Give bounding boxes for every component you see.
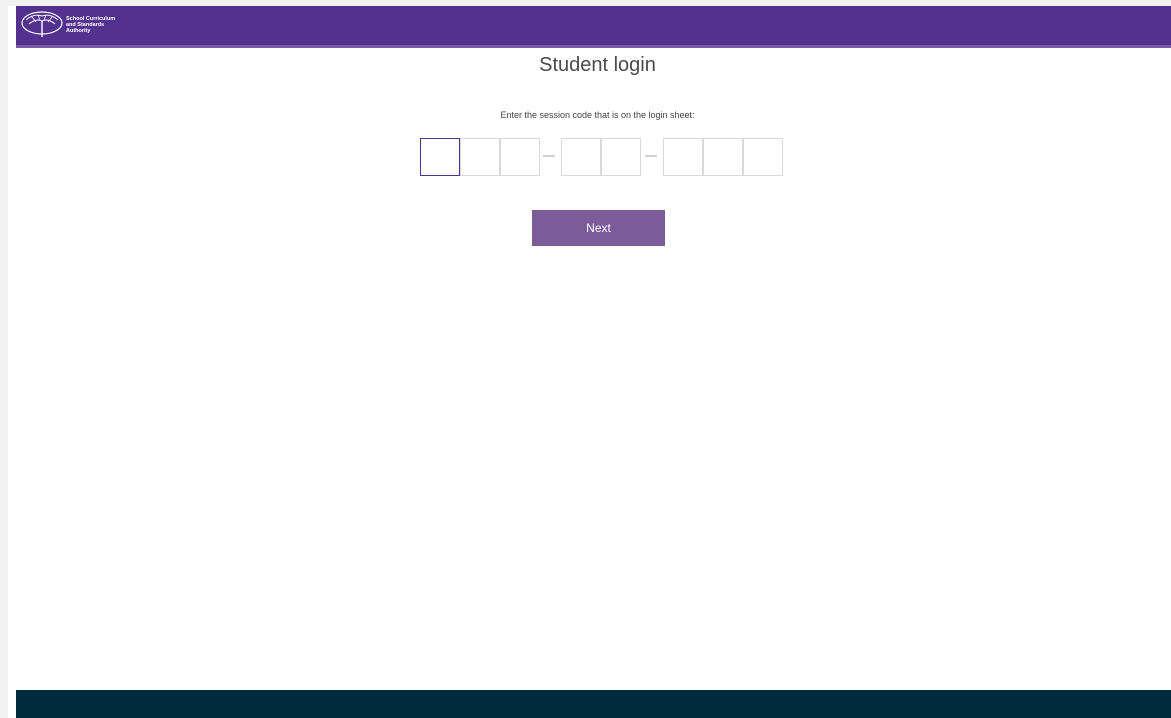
next-button[interactable]: Next [532,210,665,246]
page-title: Student login [539,54,656,76]
tree-logo-icon [21,11,63,37]
code-separator [645,155,657,157]
session-code-digit-5[interactable] [601,138,641,176]
logo-line-3: Authority [66,28,91,34]
session-code-digit-3[interactable] [500,138,540,176]
site-header: School Curriculum and Standards Authorit… [16,6,1171,48]
session-code-instruction: Enter the session code that is on the lo… [500,110,695,120]
session-code-digit-4[interactable] [561,138,601,176]
app-window: School Curriculum and Standards Authorit… [0,0,1171,718]
session-code-digit-7[interactable] [703,138,743,176]
site-footer [16,690,1171,718]
session-code-digit-6[interactable] [663,138,703,176]
code-separator [543,155,555,157]
session-code-digit-1[interactable] [420,138,460,176]
scsa-logo[interactable]: School Curriculum and Standards Authorit… [20,10,126,40]
logo-wordmark: School Curriculum and Standards Authorit… [66,16,126,34]
session-code-digit-8[interactable] [743,138,783,176]
session-code-digit-2[interactable] [460,138,500,176]
